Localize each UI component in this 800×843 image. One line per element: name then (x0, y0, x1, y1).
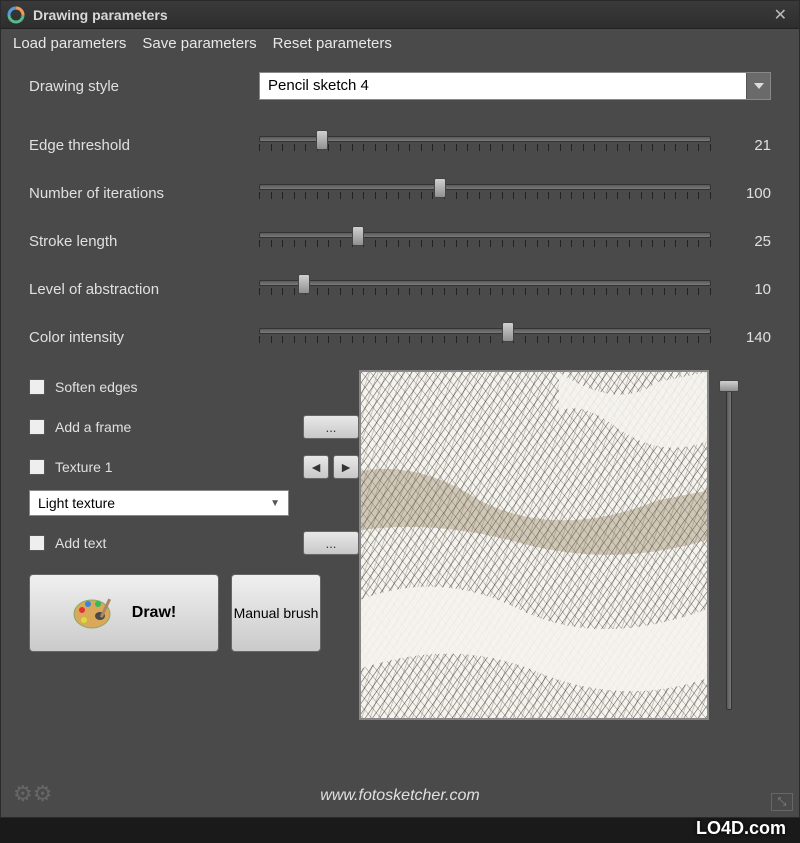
menu-reset[interactable]: Reset parameters (273, 35, 392, 52)
texture-next-button[interactable]: ► (333, 455, 359, 479)
resize-handle-icon[interactable]: ⤡ (771, 793, 793, 811)
manual-brush-label: Manual brush (234, 604, 319, 622)
texture-select-value: Light texture (38, 495, 115, 511)
texture-label: Texture 1 (55, 459, 113, 475)
content: Drawing style Pencil sketch 4 Edge thres… (1, 58, 799, 734)
window-title: Drawing parameters (33, 7, 168, 23)
chevron-down-icon[interactable] (746, 73, 770, 99)
slider-4[interactable] (259, 322, 711, 352)
slider-2[interactable] (259, 226, 711, 256)
texture-checkbox[interactable] (29, 459, 45, 475)
slider-value: 10 (711, 281, 771, 298)
slider-label: Stroke length (29, 233, 259, 250)
slider-thumb[interactable] (352, 226, 364, 246)
add-frame-checkbox[interactable] (29, 419, 45, 435)
slider-row: Number of iterations 100 (29, 178, 771, 208)
manual-brush-button[interactable]: Manual brush (231, 574, 321, 652)
menu-load[interactable]: Load parameters (13, 35, 126, 52)
palette-icon (72, 596, 116, 630)
slider-label: Level of abstraction (29, 281, 259, 298)
draw-button[interactable]: Draw! (29, 574, 219, 652)
app-icon (7, 6, 25, 24)
slider-label: Edge threshold (29, 137, 259, 154)
close-icon[interactable]: ✕ (768, 5, 793, 25)
soften-edges-checkbox[interactable] (29, 379, 45, 395)
slider-thumb[interactable] (316, 130, 328, 150)
texture-select[interactable]: Light texture ▼ (29, 490, 289, 516)
slider-row: Level of abstraction 10 (29, 274, 771, 304)
add-text-options-button[interactable]: ... (303, 531, 359, 555)
add-text-checkbox[interactable] (29, 535, 45, 551)
add-frame-label: Add a frame (55, 419, 131, 435)
texture-prev-button[interactable]: ◄ (303, 455, 329, 479)
dialog-window: Drawing parameters ✕ Load parameters Sav… (0, 0, 800, 818)
slider-1[interactable] (259, 178, 711, 208)
titlebar: Drawing parameters ✕ (1, 1, 799, 29)
soften-edges-label: Soften edges (55, 379, 138, 395)
draw-button-label: Draw! (132, 604, 176, 622)
chevron-down-icon: ▼ (270, 498, 280, 509)
slider-0[interactable] (259, 130, 711, 160)
vslider-track (726, 380, 732, 710)
slider-label: Number of iterations (29, 185, 259, 202)
slider-thumb[interactable] (434, 178, 446, 198)
vslider-thumb[interactable] (719, 380, 739, 392)
footer-url: www.fotosketcher.com (1, 787, 799, 805)
slider-row: Color intensity 140 (29, 322, 771, 352)
slider-3[interactable] (259, 274, 711, 304)
frame-options-button[interactable]: ... (303, 415, 359, 439)
slider-thumb[interactable] (502, 322, 514, 342)
menubar: Load parameters Save parameters Reset pa… (1, 29, 799, 58)
slider-row: Stroke length 25 (29, 226, 771, 256)
drawing-style-select[interactable]: Pencil sketch 4 (259, 72, 771, 100)
slider-label: Color intensity (29, 329, 259, 346)
watermark: LO4D.com (696, 818, 786, 839)
drawing-style-value: Pencil sketch 4 (260, 73, 746, 99)
add-text-label: Add text (55, 535, 106, 551)
slider-value: 21 (711, 137, 771, 154)
drawing-style-label: Drawing style (29, 78, 259, 95)
slider-value: 25 (711, 233, 771, 250)
preview-zoom-slider[interactable] (717, 370, 741, 720)
preview-image (359, 370, 709, 720)
slider-thumb[interactable] (298, 274, 310, 294)
slider-value: 100 (711, 185, 771, 202)
menu-save[interactable]: Save parameters (142, 35, 256, 52)
slider-row: Edge threshold 21 (29, 130, 771, 160)
slider-value: 140 (711, 329, 771, 346)
options-panel: Soften edges Add a frame ... Texture 1 ◄… (29, 370, 359, 720)
